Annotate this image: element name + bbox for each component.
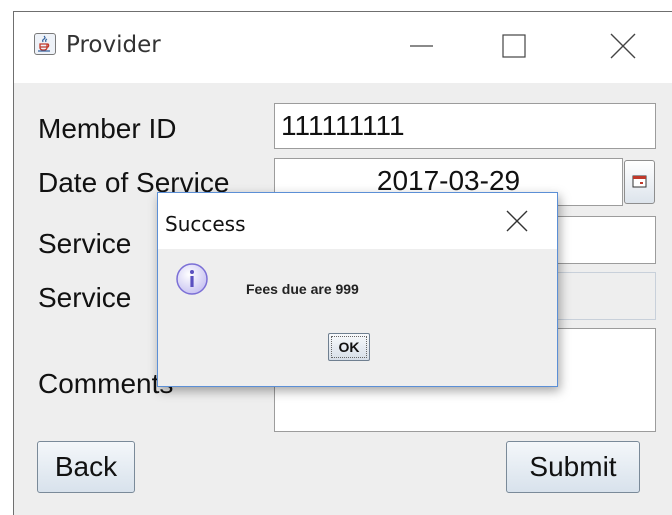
dialog-message: Fees due are 999 <box>246 281 359 297</box>
success-dialog: Success Fees due are 999 OK <box>157 192 558 387</box>
close-icon <box>506 210 528 232</box>
info-icon <box>175 262 209 296</box>
back-button[interactable]: Back <box>37 441 135 493</box>
dialog-title: Success <box>165 212 246 236</box>
window-title: Provider <box>66 32 161 58</box>
window-titlebar[interactable]: Provider <box>14 12 672 83</box>
minimize-button[interactable] <box>399 26 443 66</box>
dialog-close-button[interactable] <box>501 206 533 238</box>
java-coffee-icon <box>34 33 56 55</box>
maximize-icon <box>502 34 526 58</box>
close-icon <box>610 33 636 59</box>
service-code-label: Service <box>38 228 132 259</box>
close-button[interactable] <box>601 26 645 66</box>
ok-button[interactable]: OK <box>328 333 370 361</box>
submit-button[interactable]: Submit <box>506 441 640 493</box>
member-id-field[interactable]: 111111111 <box>274 103 656 149</box>
maximize-button[interactable] <box>492 26 536 66</box>
comments-label: Comments <box>38 368 174 399</box>
member-id-label: Member ID <box>38 113 177 144</box>
minimize-icon <box>410 45 433 47</box>
service-name-label: Service <box>38 282 132 313</box>
date-picker-button[interactable] <box>624 160 655 204</box>
calendar-icon <box>632 175 647 188</box>
dialog-titlebar[interactable]: Success <box>158 193 557 249</box>
